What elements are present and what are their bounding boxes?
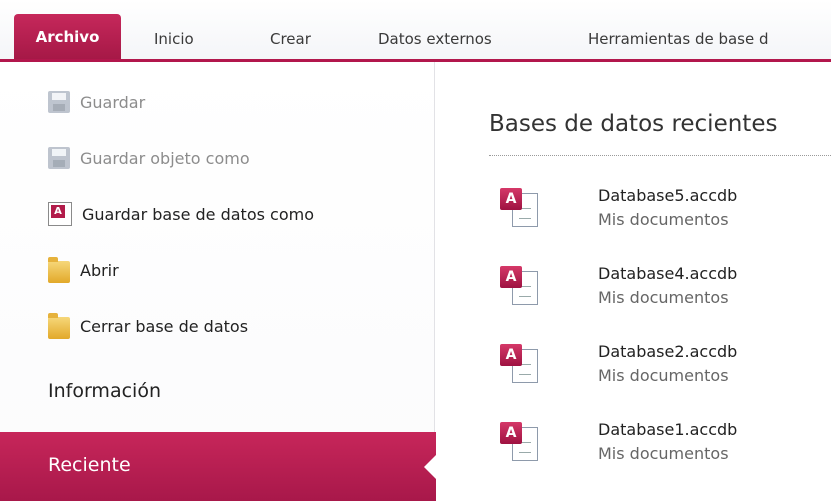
title-separator bbox=[489, 155, 831, 156]
access-file-icon: A bbox=[500, 422, 538, 464]
ribbon-tab-bar: Archivo Inicio Crear Datos externos Herr… bbox=[0, 0, 831, 62]
abrir-button[interactable]: Abrir bbox=[48, 255, 119, 285]
access-file-icon: A bbox=[500, 344, 538, 386]
tab-crear[interactable]: Crear bbox=[270, 18, 311, 60]
file-name: Database5.accdb bbox=[598, 186, 738, 205]
selected-notch bbox=[424, 454, 437, 480]
guardar-base-datos-como-button[interactable]: A Guardar base de datos como bbox=[48, 199, 314, 229]
reciente-item[interactable]: Reciente bbox=[0, 432, 437, 501]
abrir-label: Abrir bbox=[80, 260, 119, 280]
guardar-objeto-como-label: Guardar objeto como bbox=[80, 148, 250, 168]
recent-file-item[interactable]: A Database5.accdb Mis documentos bbox=[494, 184, 831, 254]
access-file-icon: A bbox=[500, 266, 538, 308]
tab-archivo[interactable]: Archivo bbox=[14, 14, 121, 60]
save-object-icon bbox=[48, 147, 70, 169]
open-folder-icon bbox=[48, 257, 70, 283]
guardar-base-datos-como-label: Guardar base de datos como bbox=[82, 204, 314, 224]
guardar-objeto-como-button[interactable]: Guardar objeto como bbox=[48, 143, 250, 173]
access-file-icon: A bbox=[500, 188, 538, 230]
informacion-item[interactable]: Información bbox=[48, 380, 161, 402]
file-name: Database2.accdb bbox=[598, 342, 738, 361]
file-location: Mis documentos bbox=[598, 366, 729, 385]
recent-file-item[interactable]: A Database2.accdb Mis documentos bbox=[494, 340, 831, 410]
recent-file-item[interactable]: A Database1.accdb Mis documentos bbox=[494, 418, 831, 488]
backstage-menu: Guardar Guardar objeto como A Guardar ba… bbox=[0, 62, 437, 501]
close-database-icon bbox=[48, 313, 70, 339]
recent-file-item[interactable]: A Database4.accdb Mis documentos bbox=[494, 262, 831, 332]
tab-herramientas-base-datos[interactable]: Herramientas de base d bbox=[588, 18, 769, 60]
recent-databases-title: Bases de datos recientes bbox=[489, 111, 778, 137]
save-icon bbox=[48, 91, 70, 113]
cerrar-base-datos-label: Cerrar base de datos bbox=[80, 316, 249, 336]
reciente-label: Reciente bbox=[48, 454, 131, 476]
guardar-button[interactable]: Guardar bbox=[48, 87, 145, 117]
file-name: Database4.accdb bbox=[598, 264, 738, 283]
cerrar-base-datos-button[interactable]: Cerrar base de datos bbox=[48, 311, 248, 341]
file-name: Database1.accdb bbox=[598, 420, 738, 439]
guardar-label: Guardar bbox=[80, 92, 146, 112]
tab-inicio[interactable]: Inicio bbox=[154, 18, 194, 60]
tab-datos-externos[interactable]: Datos externos bbox=[378, 18, 492, 60]
file-location: Mis documentos bbox=[598, 444, 729, 463]
file-location: Mis documentos bbox=[598, 288, 729, 307]
file-location: Mis documentos bbox=[598, 210, 729, 229]
save-database-as-icon: A bbox=[48, 202, 72, 226]
